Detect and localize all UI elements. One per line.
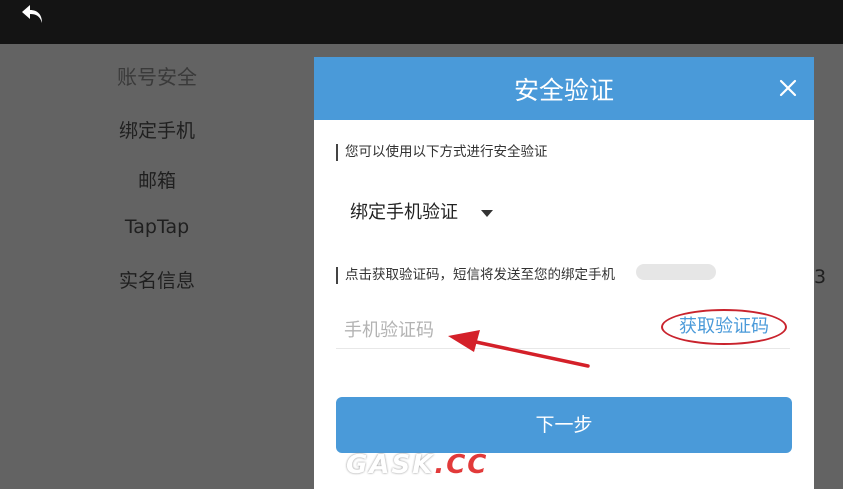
- dialog-header: 安全验证: [314, 57, 814, 120]
- menu-header: 账号安全: [117, 65, 197, 89]
- account-security-menu: 账号安全 绑定手机 邮箱 TapTap 实名信息: [0, 44, 316, 489]
- next-step-button[interactable]: 下一步: [336, 397, 792, 453]
- back-arrow-icon[interactable]: [20, 3, 46, 27]
- watermark-part1: GASK: [346, 450, 435, 480]
- dropdown-caret-icon: [481, 210, 493, 217]
- dialog-title: 安全验证: [513, 76, 614, 105]
- background-value-text: 3: [814, 266, 827, 288]
- close-icon[interactable]: [777, 77, 799, 99]
- verification-method-select[interactable]: 绑定手机验证: [340, 193, 508, 233]
- menu-item-real-name[interactable]: 实名信息: [57, 266, 257, 293]
- verification-method-hint: 您可以使用以下方式进行安全验证: [336, 144, 548, 161]
- verification-code-input[interactable]: [344, 315, 624, 345]
- sms-hint: 点击获取验证码，短信将发送至您的绑定手机: [336, 267, 615, 284]
- menu-item-bind-phone[interactable]: 绑定手机: [57, 116, 257, 143]
- menu-item-taptap[interactable]: TapTap: [57, 216, 257, 238]
- watermark-part2: .CC: [434, 450, 489, 480]
- security-verification-dialog: 安全验证 您可以使用以下方式进行安全验证 绑定手机验证 点击获取验证码，短信将发…: [314, 57, 814, 489]
- site-watermark: GASK.CC: [346, 450, 488, 480]
- method-selected-value: 绑定手机验证: [350, 202, 458, 223]
- top-bar: [0, 0, 843, 44]
- masked-phone-number: [636, 264, 716, 280]
- verification-code-row: 获取验证码: [336, 309, 790, 349]
- get-code-button[interactable]: 获取验证码: [661, 309, 787, 345]
- menu-item-email[interactable]: 邮箱: [57, 166, 257, 193]
